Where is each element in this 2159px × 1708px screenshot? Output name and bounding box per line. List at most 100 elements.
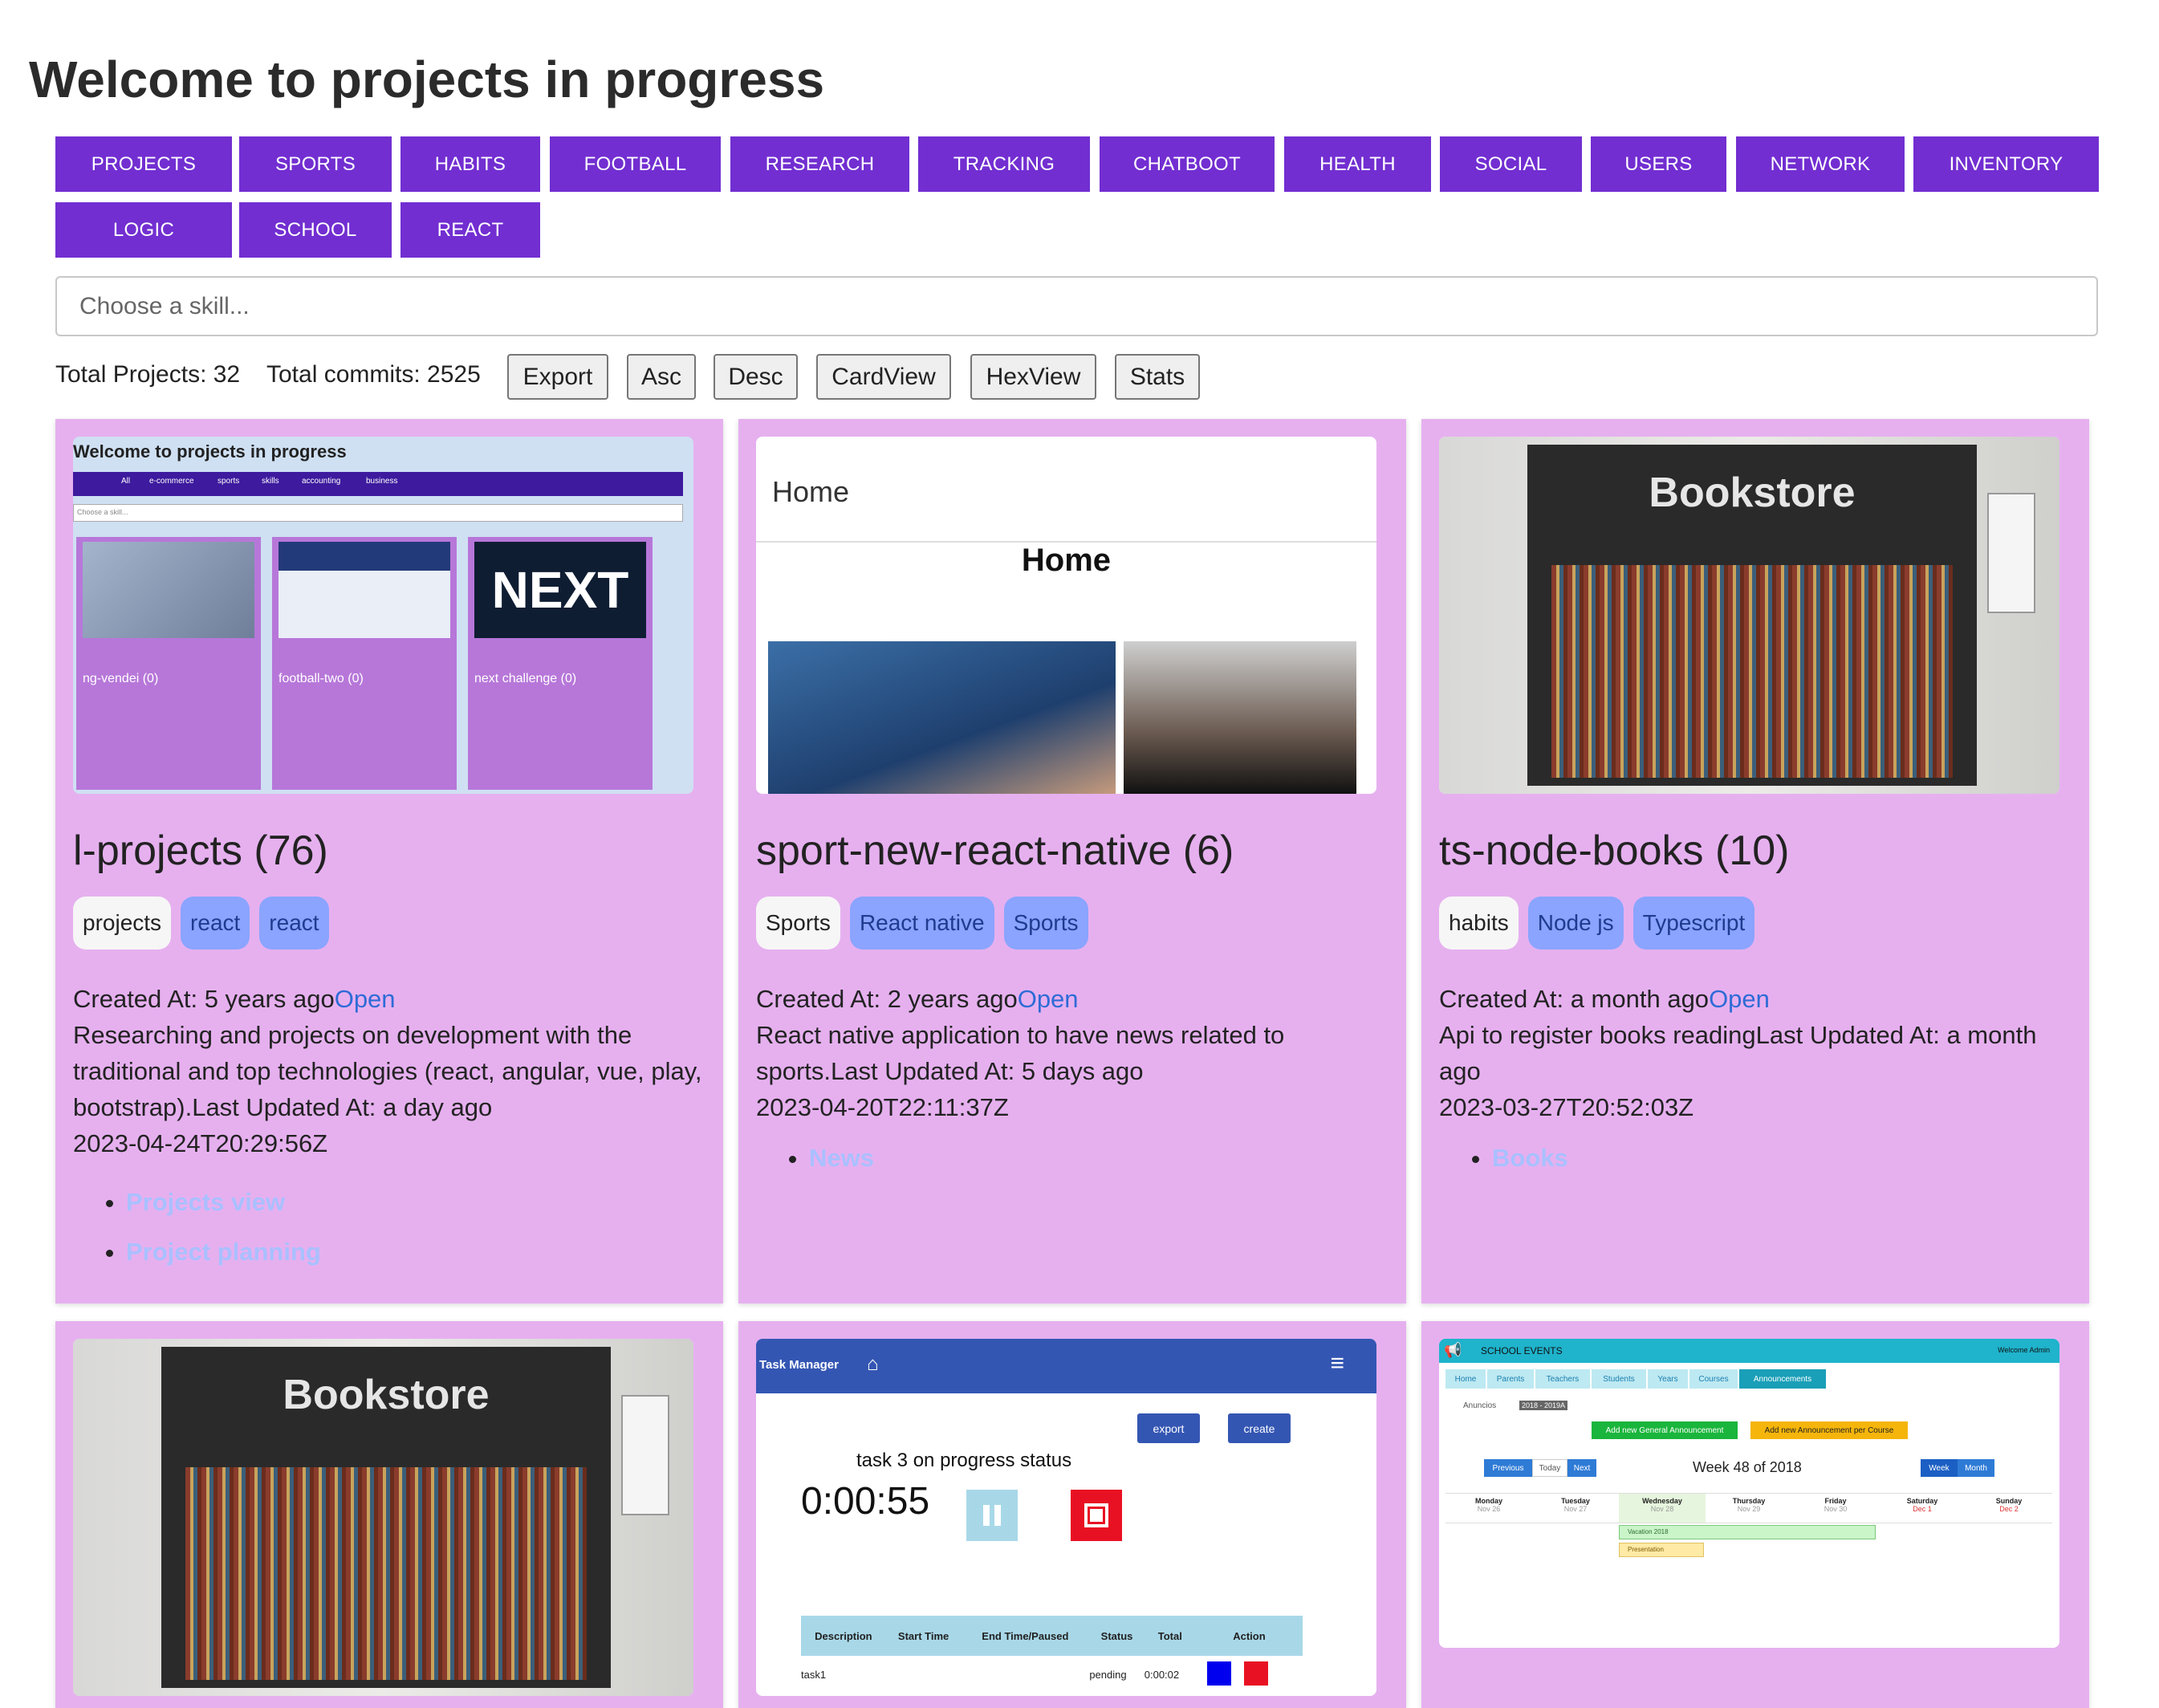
- open-link[interactable]: Open: [1709, 985, 1770, 1013]
- updated-date: 2023-03-27T20:52:03Z: [1439, 1093, 1694, 1121]
- page-title: Welcome to projects in progress: [29, 51, 825, 108]
- school-tab: Parents: [1487, 1369, 1534, 1389]
- task-table: Description Start Time End Time/Paused S…: [801, 1616, 1303, 1693]
- day-name: Friday: [1824, 1497, 1847, 1505]
- category-habits[interactable]: HABITS: [400, 136, 540, 192]
- category-users[interactable]: USERS: [1591, 136, 1726, 192]
- day-name: Sunday: [1995, 1497, 2023, 1505]
- task-timer: 0:00:55: [801, 1480, 930, 1523]
- thumb-mini-card: football-two (0): [272, 537, 457, 790]
- feature-link[interactable]: Project planning: [126, 1238, 321, 1266]
- category-chatboot[interactable]: CHATBOOT: [1100, 136, 1275, 192]
- year-badge: 2018 - 2019A: [1519, 1401, 1568, 1410]
- next-week: Next: [1567, 1459, 1596, 1477]
- menu-icon: ≡: [1330, 1350, 1344, 1377]
- project-thumbnail: 📢 SCHOOL EVENTS Welcome Admin Home Paren…: [1439, 1339, 2059, 1648]
- project-card[interactable]: Home Home sport-new-react-native (6) Spo…: [738, 419, 1406, 1303]
- project-thumbnail: Bookstore: [1439, 437, 2059, 794]
- tech-tag: Sports: [1003, 897, 1088, 950]
- day-date: Nov 30: [1824, 1505, 1848, 1513]
- category-social[interactable]: SOCIAL: [1440, 136, 1582, 192]
- category-tag: habits: [1439, 897, 1519, 950]
- thumb-title: Welcome to projects in progress: [73, 441, 347, 462]
- week-days: Monday Nov 26 Tuesday Nov 27 Wednesday Nov …: [1445, 1493, 2052, 1523]
- project-card[interactable]: Task Manager ⌂ ≡ export create task 3 on…: [738, 1321, 1406, 1708]
- feature-link[interactable]: Books: [1492, 1144, 1568, 1172]
- category-projects[interactable]: PROJECTS: [55, 136, 232, 192]
- category-health[interactable]: HEALTH: [1284, 136, 1431, 192]
- thumb-nav-item: e-commerce: [149, 477, 194, 486]
- tech-tag: react: [259, 897, 329, 950]
- feature-link[interactable]: News: [809, 1144, 874, 1172]
- last-updated: Last Updated At: 5 days ago: [831, 1057, 1144, 1085]
- total-commits: Total commits: 2525: [266, 361, 481, 388]
- create-task-button: create: [1228, 1413, 1291, 1443]
- category-network[interactable]: NETWORK: [1736, 136, 1905, 192]
- table-header: End Time/Paused: [961, 1616, 1090, 1656]
- thumb-mini-card: NEXT next challenge (0): [468, 537, 653, 790]
- stats-button[interactable]: Stats: [1115, 354, 1200, 400]
- thumb-mini-card: ng-vendei (0): [76, 537, 261, 790]
- updated-date: 2023-04-24T20:29:56Z: [73, 1129, 328, 1157]
- skill-search-input[interactable]: [55, 276, 2098, 336]
- category-tag: Sports: [756, 897, 840, 950]
- task-manager-header: Task Manager ⌂ ≡: [756, 1339, 1376, 1393]
- day-name: Thursday: [1732, 1497, 1766, 1505]
- hexview-button[interactable]: HexView: [970, 354, 1096, 400]
- project-description: Created At: 2 years agoOpen React native…: [756, 981, 1390, 1125]
- cardview-button[interactable]: CardView: [816, 354, 951, 400]
- day-date: Nov 26: [1477, 1505, 1501, 1513]
- thumb-nav-item: business: [366, 477, 398, 486]
- week-view: Week: [1921, 1459, 1958, 1477]
- updated-date: 2023-04-20T22:11:37Z: [756, 1093, 1009, 1121]
- open-link[interactable]: Open: [335, 985, 396, 1013]
- category-inventory[interactable]: INVENTORY: [1913, 136, 2099, 192]
- export-button[interactable]: Export: [507, 354, 608, 400]
- day-name: Tuesday: [1561, 1497, 1590, 1505]
- bookstore-sign: Bookstore: [283, 1372, 490, 1418]
- day-name: Saturday: [1906, 1497, 1938, 1505]
- project-title[interactable]: l-projects (76): [73, 827, 328, 875]
- pause-icon: [966, 1490, 1018, 1541]
- feature-link[interactable]: Projects view: [126, 1188, 285, 1216]
- project-title[interactable]: ts-node-books (10): [1439, 827, 1789, 875]
- thumb-nav: All e-commerce sports skills accounting …: [73, 472, 683, 496]
- tech-tag: react: [181, 897, 250, 950]
- day-name: Monday: [1474, 1497, 1502, 1505]
- category-tracking[interactable]: TRACKING: [918, 136, 1090, 192]
- tech-tag: Node js: [1527, 897, 1624, 950]
- school-tab: Years: [1648, 1369, 1688, 1389]
- school-tab: Announcements: [1739, 1369, 1826, 1389]
- table-cell: task1: [801, 1668, 827, 1681]
- project-thumbnail: Bookstore: [73, 1339, 693, 1696]
- project-card[interactable]: Bookstore: [55, 1321, 723, 1708]
- category-logic[interactable]: LOGIC: [55, 202, 232, 258]
- task-manager-title: Task Manager: [759, 1358, 839, 1372]
- project-card[interactable]: Bookstore ts-node-books (10) habits Node…: [1421, 419, 2089, 1303]
- tag-list: projects react react: [73, 897, 329, 950]
- thumb-nav-item: sports: [218, 477, 240, 486]
- month-view: Month: [1958, 1459, 1994, 1477]
- tag-list: Sports React native Sports: [756, 897, 1088, 950]
- school-tab: Home: [1445, 1369, 1486, 1389]
- project-card[interactable]: 📢 SCHOOL EVENTS Welcome Admin Home Paren…: [1421, 1321, 2089, 1708]
- project-card[interactable]: Welcome to projects in progress All e-co…: [55, 419, 723, 1303]
- table-row: task1 pending 0:00:02: [801, 1656, 1303, 1693]
- open-link[interactable]: Open: [1018, 985, 1079, 1013]
- category-react[interactable]: REACT: [400, 202, 540, 258]
- desc-button[interactable]: Desc: [714, 354, 798, 400]
- home-icon: ⌂: [867, 1353, 879, 1375]
- table-header: Action: [1195, 1616, 1303, 1656]
- task-status-text: task 3 on progress status: [856, 1450, 1072, 1471]
- tag-list: habits Node js Typescript: [1439, 897, 1755, 950]
- category-school[interactable]: SCHOOL: [239, 202, 392, 258]
- project-title[interactable]: sport-new-react-native (6): [756, 827, 1234, 875]
- category-research[interactable]: RESEARCH: [730, 136, 909, 192]
- thumb-mini-card-title: next challenge (0): [474, 672, 577, 685]
- category-football[interactable]: FOOTBALL: [550, 136, 721, 192]
- project-description: Created At: a month agoOpen Api to regis…: [1439, 981, 2073, 1125]
- category-tag: projects: [73, 897, 172, 950]
- category-sports[interactable]: SPORTS: [239, 136, 392, 192]
- previous-week: Previous: [1484, 1459, 1532, 1477]
- asc-button[interactable]: Asc: [627, 354, 696, 400]
